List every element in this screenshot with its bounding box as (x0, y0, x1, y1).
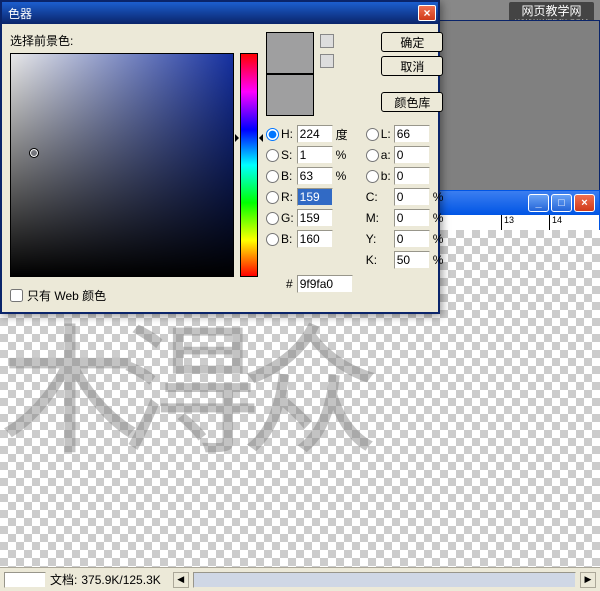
color-picker-dialog: 色器 × 选择前景色: 只有 Web 颜色 (0, 0, 440, 314)
web-colors-input[interactable] (10, 289, 23, 302)
a-radio[interactable]: a: (366, 148, 391, 162)
y-label: Y: (366, 232, 391, 246)
background-panel (428, 20, 600, 197)
h-radio[interactable]: H: (266, 127, 294, 141)
scroll-right-icon[interactable]: ▶ (580, 572, 596, 588)
minimize-button[interactable]: _ (528, 194, 549, 212)
status-bar: 文档: 375.9K/125.3K ◀ ▶ (0, 567, 600, 591)
close-button[interactable]: × (574, 194, 595, 212)
watermark-text: 网页教学网 (515, 4, 588, 18)
maximize-button[interactable]: □ (551, 194, 572, 212)
r-radio[interactable]: R: (266, 190, 294, 204)
c-input[interactable] (394, 188, 430, 206)
y-input[interactable] (394, 230, 430, 248)
ruler-tick-13: 13 (501, 215, 549, 231)
dialog-titlebar[interactable]: 色器 × (2, 2, 438, 24)
b-radio[interactable]: b: (366, 169, 391, 183)
scroll-left-icon[interactable]: ◀ (173, 572, 189, 588)
bv-input[interactable] (297, 167, 333, 185)
ruler-tick-14: 14 (549, 215, 597, 231)
hex-label: # (286, 277, 293, 291)
web-colors-checkbox[interactable]: 只有 Web 颜色 (10, 287, 258, 304)
s-radio[interactable]: S: (266, 148, 294, 162)
l-input[interactable] (394, 125, 430, 143)
m-input[interactable] (394, 209, 430, 227)
hex-input[interactable] (297, 275, 353, 293)
hue-indicator-icon (235, 134, 263, 142)
color-fields: H: 度 L: S: % a: B: % b: R: C: % (266, 125, 443, 269)
new-color-swatch (266, 32, 314, 74)
gamut-warning-icon[interactable] (320, 34, 334, 48)
g-radio[interactable]: G: (266, 211, 294, 225)
h-input[interactable] (297, 125, 333, 143)
zoom-input[interactable] (4, 572, 46, 588)
doc-size-label: 文档: (50, 571, 77, 588)
ok-button[interactable]: 确定 (381, 32, 443, 52)
horizontal-scrollbar[interactable] (193, 572, 576, 588)
pick-label: 选择前景色: (10, 32, 258, 49)
a-input[interactable] (394, 146, 430, 164)
bv-radio[interactable]: B: (266, 169, 294, 183)
b2-radio[interactable]: B: (266, 232, 294, 246)
dialog-title: 色器 (8, 5, 32, 22)
k-label: K: (366, 253, 391, 267)
color-cursor-icon (29, 148, 39, 158)
dialog-close-button[interactable]: × (418, 5, 436, 21)
k-input[interactable] (394, 251, 430, 269)
m-label: M: (366, 211, 391, 225)
cancel-button[interactable]: 取消 (381, 56, 443, 76)
g-input[interactable] (297, 209, 333, 227)
color-field[interactable] (10, 53, 234, 277)
doc-size-value: 375.9K/125.3K (81, 573, 160, 587)
web-colors-label: 只有 Web 颜色 (27, 287, 106, 304)
color-library-button[interactable]: 颜色库 (381, 92, 443, 112)
b-input[interactable] (394, 167, 430, 185)
current-color-swatch[interactable] (266, 74, 314, 116)
b2-input[interactable] (297, 230, 333, 248)
r-input[interactable] (297, 188, 333, 206)
websafe-icon[interactable] (320, 54, 334, 68)
l-radio[interactable]: L: (366, 127, 391, 141)
hue-slider[interactable] (240, 53, 258, 277)
s-input[interactable] (297, 146, 333, 164)
c-label: C: (366, 190, 391, 204)
